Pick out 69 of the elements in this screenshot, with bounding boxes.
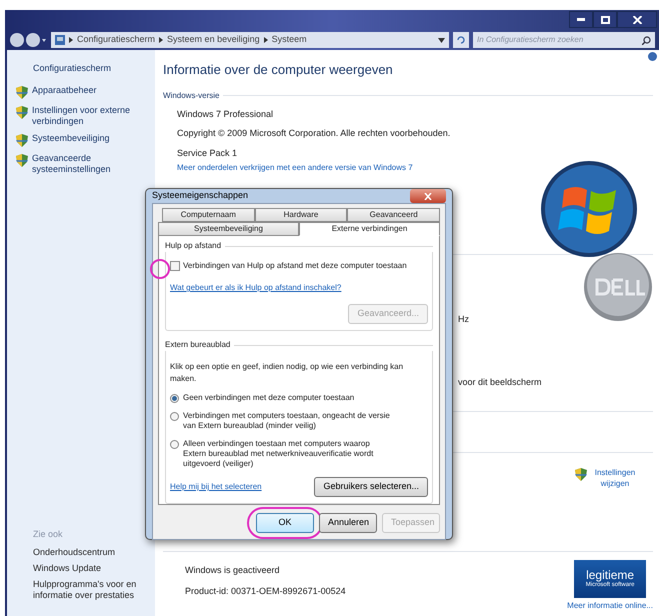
- group-title: Extern bureaublad: [165, 339, 230, 351]
- upgrade-link[interactable]: Meer onderdelen verkrijgen met een andere versie van Windows 7: [177, 162, 653, 174]
- separator-icon: [159, 37, 164, 43]
- activation-status: Windows is geactiveerd: [185, 564, 281, 577]
- sidebar-link[interactable]: Systeembeveiliging: [32, 132, 110, 146]
- checkbox-label: Verbindingen van Hulp op afstand met deze computer toestaan: [183, 260, 407, 272]
- product-id: Product-id: 00371-OEM-8992671-00524: [185, 584, 347, 598]
- radio-button[interactable]: [170, 440, 179, 449]
- maximize-icon: [600, 16, 610, 24]
- sidebar-link[interactable]: Hulpprogramma's voor en informatie over prestaties: [7, 579, 155, 601]
- breadcrumb[interactable]: Systeem en beveiliging: [167, 33, 260, 47]
- shield-icon: [16, 134, 28, 146]
- separator-icon: [69, 37, 73, 43]
- close-icon: [632, 16, 642, 24]
- edition-text: Windows 7 Professional: [177, 108, 274, 120]
- tab[interactable]: Computernaam: [162, 208, 255, 222]
- group-title: Hulp op afstand: [165, 240, 222, 252]
- system-info-text: Hz: [458, 313, 470, 326]
- close-button[interactable]: [617, 11, 657, 28]
- badge-title: legitieme: [586, 569, 634, 582]
- section-heading: Windows-versie: [163, 90, 220, 102]
- back-forward-icon: [9, 32, 47, 48]
- maximize-button[interactable]: [593, 11, 617, 28]
- tab[interactable]: Geavanceerd: [347, 208, 440, 222]
- sidebar-home-link[interactable]: Configuratiescherm: [7, 62, 155, 76]
- refresh-icon: [456, 35, 466, 45]
- change-settings-link[interactable]: Instellingen wijzigen: [589, 467, 641, 489]
- control-panel-icon: [55, 35, 65, 45]
- more-info-link[interactable]: Meer informatie online...: [567, 600, 653, 612]
- dialog-button[interactable]: Gebruikers selecteren...: [314, 477, 428, 497]
- radio-label: Verbindingen met computers toestaan, ongeacht de versie van Extern bureaublad (minder veilig): [183, 411, 391, 431]
- sidebar-link[interactable]: Windows Update: [7, 563, 155, 574]
- tab[interactable]: Hardware: [254, 208, 348, 222]
- sidebar-link[interactable]: Instellingen voor externe verbindingen: [32, 104, 147, 126]
- dialog-button[interactable]: Annuleren: [319, 513, 377, 533]
- radio-label: Alleen verbindingen toestaan met computers waarop Extern bureaublad met netwerkniveauverificatie wordt uitgevoerd (veiliger): [183, 439, 374, 469]
- see-also-heading: Zie ook: [32, 528, 64, 540]
- help-link[interactable]: Wat gebeurt er als ik Hulp op afstand inschakel?: [170, 282, 428, 294]
- dropdown-icon: [438, 38, 445, 42]
- shield-icon: [16, 154, 28, 166]
- tab[interactable]: Externe verbindingen: [299, 222, 440, 236]
- radio-button[interactable]: [170, 412, 179, 421]
- checkbox[interactable]: [170, 261, 180, 271]
- shield-icon: [575, 468, 587, 481]
- dialog-title: Systeemeigenschappen: [152, 189, 248, 202]
- page-title: Informatie over de computer weergeven: [163, 61, 394, 79]
- minimize-button[interactable]: [569, 11, 593, 28]
- separator-icon: [264, 37, 268, 43]
- radio-button[interactable]: [170, 394, 179, 403]
- shield-icon: [16, 86, 28, 98]
- sidebar-link[interactable]: Apparaatbeheer: [32, 84, 97, 98]
- shield-icon: [16, 106, 28, 118]
- breadcrumb[interactable]: Systeem: [272, 33, 307, 47]
- address-bar[interactable]: Configuratiescherm Systeem en beveiliging Systeem: [51, 32, 449, 48]
- service-pack-text: Service Pack 1: [177, 146, 238, 160]
- radio-label: Geen verbindingen met deze computer toestaan: [183, 393, 356, 403]
- tab[interactable]: Systeembeveiliging: [158, 222, 299, 236]
- minimize-icon: [577, 18, 585, 21]
- sidebar-link[interactable]: Onderhoudscentrum: [7, 547, 155, 558]
- breadcrumb[interactable]: Configuratiescherm: [77, 33, 156, 47]
- sidebar-link[interactable]: Geavanceerde systeeminstellingen: [32, 152, 147, 174]
- help-link[interactable]: Help mij bij het selecteren: [170, 481, 262, 493]
- dialog-button[interactable]: OK: [256, 513, 314, 533]
- refresh-button[interactable]: [453, 32, 469, 48]
- system-info-text: voor dit beeldscherm: [458, 376, 543, 388]
- copyright-text: Copyright © 2009 Microsoft Corporation. Alle rechten voorbehouden.: [177, 127, 452, 140]
- close-icon: [424, 192, 432, 200]
- search-icon: [642, 36, 651, 44]
- instruction-text: Klik op een optie en geef, indien nodig, op wie een verbinding kan maken.: [170, 361, 404, 385]
